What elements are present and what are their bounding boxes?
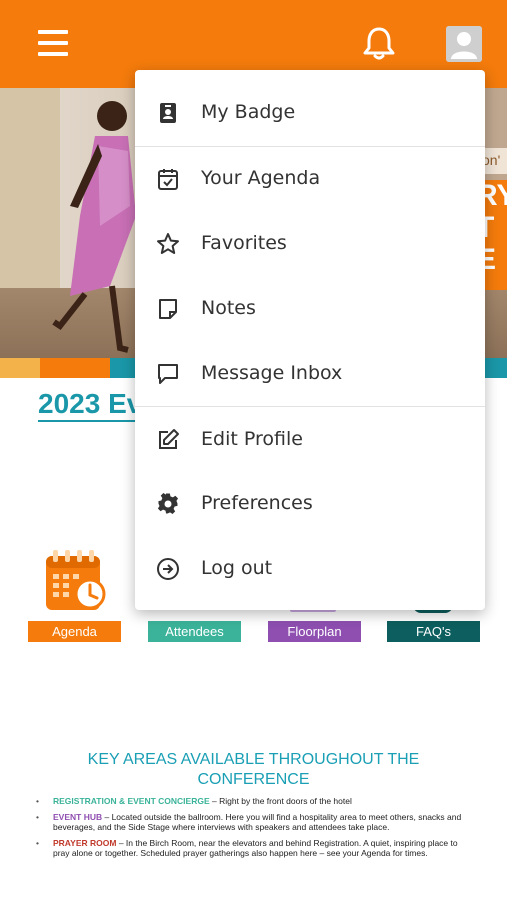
list-item: EVENT HUB – Located outside the ballroom…	[36, 812, 476, 832]
key-area-text: – Right by the front doors of the hotel	[209, 796, 352, 806]
gear-icon	[156, 492, 180, 516]
menu-item-my-badge[interactable]: My Badge	[135, 81, 485, 145]
logout-icon	[156, 557, 180, 581]
calendar-clock-icon[interactable]	[44, 548, 106, 612]
list-item: PRAYER ROOM – In the Birch Room, near th…	[36, 838, 476, 858]
floorplan-button[interactable]: Floorplan	[268, 621, 361, 642]
user-dropdown-menu: My Badge Your Agenda Favorites Notes Mes…	[135, 70, 485, 610]
star-icon	[156, 232, 180, 256]
faqs-button[interactable]: FAQ's	[387, 621, 480, 642]
key-area-label: REGISTRATION & EVENT CONCIERGE	[53, 796, 210, 806]
menu-item-message-inbox[interactable]: Message Inbox	[135, 342, 485, 406]
key-areas-list: REGISTRATION & EVENT CONCIERGE – Right b…	[36, 796, 476, 864]
list-item: REGISTRATION & EVENT CONCIERGE – Right b…	[36, 796, 476, 806]
menu-divider	[135, 406, 485, 407]
key-area-label: PRAYER ROOM	[53, 838, 117, 848]
menu-item-your-agenda[interactable]: Your Agenda	[135, 147, 485, 211]
hamburger-icon[interactable]	[38, 30, 68, 56]
menu-item-label: Your Agenda	[201, 167, 321, 189]
agenda-button[interactable]: Agenda	[28, 621, 121, 642]
user-avatar-icon[interactable]	[446, 26, 482, 62]
edit-icon	[156, 428, 180, 452]
menu-item-label: Message Inbox	[201, 362, 343, 384]
note-icon	[156, 297, 180, 321]
menu-item-notes[interactable]: Notes	[135, 277, 485, 341]
key-areas-title: KEY AREAS AVAILABLE THROUGHOUT THE CONFE…	[87, 751, 420, 788]
message-icon	[156, 362, 180, 386]
menu-item-preferences[interactable]: Preferences	[135, 472, 485, 536]
menu-item-label: Preferences	[201, 492, 313, 514]
menu-item-label: Notes	[201, 297, 256, 319]
menu-item-favorites[interactable]: Favorites	[135, 212, 485, 276]
calendar-check-icon	[156, 167, 180, 191]
menu-item-label: My Badge	[201, 101, 296, 123]
badge-icon	[156, 101, 180, 125]
attendees-button[interactable]: Attendees	[148, 621, 241, 642]
event-title: 2023 Ev	[38, 388, 143, 419]
menu-item-label: Edit Profile	[201, 428, 303, 450]
menu-item-label: Favorites	[201, 232, 287, 254]
menu-item-log-out[interactable]: Log out	[135, 537, 485, 601]
menu-item-edit-profile[interactable]: Edit Profile	[135, 408, 485, 472]
title-underline	[38, 420, 148, 422]
bell-icon[interactable]	[362, 26, 396, 62]
key-area-text: – Located outside the ballroom. Here you…	[53, 812, 462, 832]
menu-item-label: Log out	[201, 557, 273, 579]
key-area-label: EVENT HUB	[53, 812, 103, 822]
hero-photo-figure	[52, 101, 136, 353]
